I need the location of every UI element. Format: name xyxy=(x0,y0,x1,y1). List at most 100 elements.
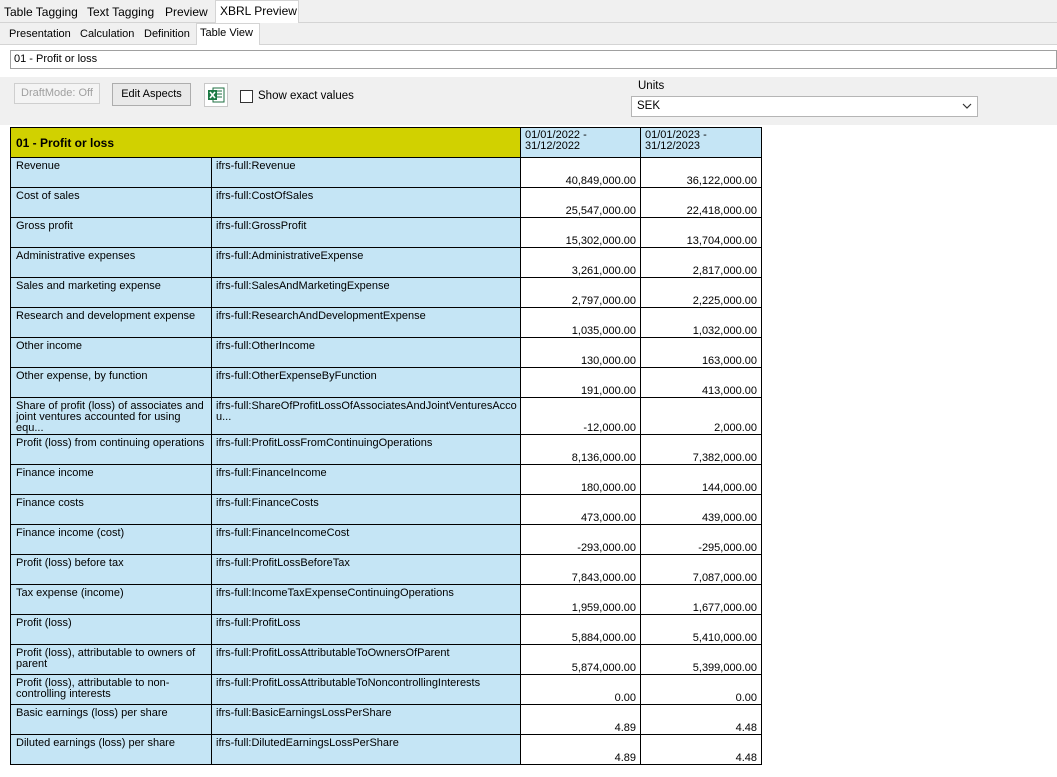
tab-calculation[interactable]: Calculation xyxy=(77,25,137,44)
table-row: Profit (loss), attributable to owners of… xyxy=(10,644,762,675)
table-row: Other income ifrs-full:OtherIncome 130,000… xyxy=(10,337,762,368)
table-selector[interactable]: 01 - Profit or loss xyxy=(10,50,1057,69)
value-2023[interactable]: 2,000.00 xyxy=(640,397,762,435)
table-row: Tax expense (income) ifrs-full:IncomeTaxE… xyxy=(10,584,762,615)
row-concept: ifrs-full:OtherExpenseByFunction xyxy=(211,367,521,398)
value-2022[interactable]: 8,136,000.00 xyxy=(520,434,641,465)
table-row: Administrative expenses ifrs-full:Adminis… xyxy=(10,247,762,278)
row-concept: ifrs-full:ResearchAndDevelopmentExpense xyxy=(211,307,521,338)
value-2022[interactable]: 473,000.00 xyxy=(520,494,641,525)
value-2022[interactable]: 130,000.00 xyxy=(520,337,641,368)
table-row: Other expense, by function ifrs-full:Othe… xyxy=(10,367,762,398)
value-2023[interactable]: 4.48 xyxy=(640,734,762,765)
row-concept: ifrs-full:CostOfSales xyxy=(211,187,521,218)
row-label: Cost of sales xyxy=(10,187,212,218)
value-2022[interactable]: 25,547,000.00 xyxy=(520,187,641,218)
tab-text-tagging[interactable]: Text Tagging xyxy=(83,2,161,22)
value-2022[interactable]: 0.00 xyxy=(520,674,641,705)
table-row: Profit (loss), attributable to non-contr… xyxy=(10,674,762,705)
tab-table-tagging[interactable]: Table Tagging xyxy=(0,2,83,22)
row-label: Administrative expenses xyxy=(10,247,212,278)
table-row: Diluted earnings (loss) per share ifrs-fu… xyxy=(10,734,762,765)
row-label: Profit (loss) before tax xyxy=(10,554,212,585)
row-label: Profit (loss), attributable to non-contr… xyxy=(10,674,212,705)
row-concept: ifrs-full:Revenue xyxy=(211,157,521,188)
excel-icon xyxy=(208,87,225,103)
value-2023[interactable]: 163,000.00 xyxy=(640,337,762,368)
table-row: Profit (loss) from continuing operations… xyxy=(10,434,762,465)
table-row: Share of profit (loss) of associates and… xyxy=(10,397,762,435)
value-2022[interactable]: 5,884,000.00 xyxy=(520,614,641,645)
value-2023[interactable]: 413,000.00 xyxy=(640,367,762,398)
profit-or-loss-table: 01 - Profit or loss 01/01/2022 - 31/12/2… xyxy=(10,127,762,765)
tab-presentation[interactable]: Presentation xyxy=(6,25,76,44)
units-selected-value: SEK xyxy=(637,100,661,112)
value-2022[interactable]: 2,797,000.00 xyxy=(520,277,641,308)
table-row: Gross profit ifrs-full:GrossProfit 15,302,… xyxy=(10,217,762,248)
period-header-2023: 01/01/2023 - 31/12/2023 xyxy=(640,127,762,158)
value-2023[interactable]: 144,000.00 xyxy=(640,464,762,495)
table-header-row: 01 - Profit or loss 01/01/2022 - 31/12/2… xyxy=(10,127,762,158)
value-2022[interactable]: 5,874,000.00 xyxy=(520,644,641,675)
value-2023[interactable]: 1,677,000.00 xyxy=(640,584,762,615)
value-2022[interactable]: 180,000.00 xyxy=(520,464,641,495)
units-label: Units xyxy=(638,80,665,92)
row-label: Other expense, by function xyxy=(10,367,212,398)
value-2023[interactable]: 2,225,000.00 xyxy=(640,277,762,308)
value-2023[interactable]: 5,399,000.00 xyxy=(640,644,762,675)
row-concept: ifrs-full:ProfitLossAttributableToNoncon… xyxy=(211,674,521,705)
value-2022[interactable]: 1,959,000.00 xyxy=(520,584,641,615)
period-header-2022: 01/01/2022 - 31/12/2022 xyxy=(520,127,641,158)
value-2023[interactable]: 0.00 xyxy=(640,674,762,705)
table-row: Finance income ifrs-full:FinanceIncome 180… xyxy=(10,464,762,495)
tab-xbrl-preview[interactable]: XBRL Preview xyxy=(215,0,299,23)
table-row: Cost of sales ifrs-full:CostOfSales 25,547… xyxy=(10,187,762,218)
value-2022[interactable]: 1,035,000.00 xyxy=(520,307,641,338)
value-2023[interactable]: 7,087,000.00 xyxy=(640,554,762,585)
tab-table-view[interactable]: Table View xyxy=(196,23,260,45)
value-2023[interactable]: 13,704,000.00 xyxy=(640,217,762,248)
value-2022[interactable]: 15,302,000.00 xyxy=(520,217,641,248)
row-concept: ifrs-full:SalesAndMarketingExpense xyxy=(211,277,521,308)
table-row: Revenue ifrs-full:Revenue 40,849,000.00 36,… xyxy=(10,157,762,188)
value-2022[interactable]: -293,000.00 xyxy=(520,524,641,555)
value-2022[interactable]: 191,000.00 xyxy=(520,367,641,398)
table-selector-bar: 01 - Profit or loss xyxy=(0,45,1057,77)
row-concept: ifrs-full:BasicEarningsLossPerShare xyxy=(211,704,521,735)
value-2023[interactable]: 2,817,000.00 xyxy=(640,247,762,278)
value-2023[interactable]: 5,410,000.00 xyxy=(640,614,762,645)
value-2023[interactable]: -295,000.00 xyxy=(640,524,762,555)
sub-tab-bar: Presentation Calculation Definition Tabl… xyxy=(0,23,1057,45)
value-2023[interactable]: 4.48 xyxy=(640,704,762,735)
table-view-area: 01 - Profit or loss 01/01/2022 - 31/12/2… xyxy=(0,125,1057,777)
units-dropdown[interactable]: SEK xyxy=(631,96,978,117)
show-exact-values-label[interactable]: Show exact values xyxy=(258,88,354,104)
value-2023[interactable]: 22,418,000.00 xyxy=(640,187,762,218)
edit-aspects-button[interactable]: Edit Aspects xyxy=(112,83,191,106)
value-2022[interactable]: 3,261,000.00 xyxy=(520,247,641,278)
table-row: Profit (loss) before tax ifrs-full:Profit… xyxy=(10,554,762,585)
row-label: Gross profit xyxy=(10,217,212,248)
value-2023[interactable]: 439,000.00 xyxy=(640,494,762,525)
tab-preview[interactable]: Preview xyxy=(161,2,215,22)
value-2023[interactable]: 1,032,000.00 xyxy=(640,307,762,338)
row-label: Research and development expense xyxy=(10,307,212,338)
value-2023[interactable]: 36,122,000.00 xyxy=(640,157,762,188)
show-exact-values-checkbox[interactable] xyxy=(240,90,253,103)
value-2022[interactable]: 40,849,000.00 xyxy=(520,157,641,188)
row-concept: ifrs-full:IncomeTaxExpenseContinuingOper… xyxy=(211,584,521,615)
draft-mode-button[interactable]: DraftMode: Off xyxy=(14,83,100,104)
row-label: Finance costs xyxy=(10,494,212,525)
value-2022[interactable]: 4.89 xyxy=(520,704,641,735)
row-label: Other income xyxy=(10,337,212,368)
value-2023[interactable]: 7,382,000.00 xyxy=(640,434,762,465)
value-2022[interactable]: 7,843,000.00 xyxy=(520,554,641,585)
value-2022[interactable]: 4.89 xyxy=(520,734,641,765)
value-2022[interactable]: -12,000.00 xyxy=(520,397,641,435)
row-concept: ifrs-full:AdministrativeExpense xyxy=(211,247,521,278)
row-label: Finance income xyxy=(10,464,212,495)
row-concept: ifrs-full:FinanceCosts xyxy=(211,494,521,525)
export-excel-button[interactable] xyxy=(204,83,228,107)
tab-definition[interactable]: Definition xyxy=(141,25,194,44)
row-label: Profit (loss) xyxy=(10,614,212,645)
